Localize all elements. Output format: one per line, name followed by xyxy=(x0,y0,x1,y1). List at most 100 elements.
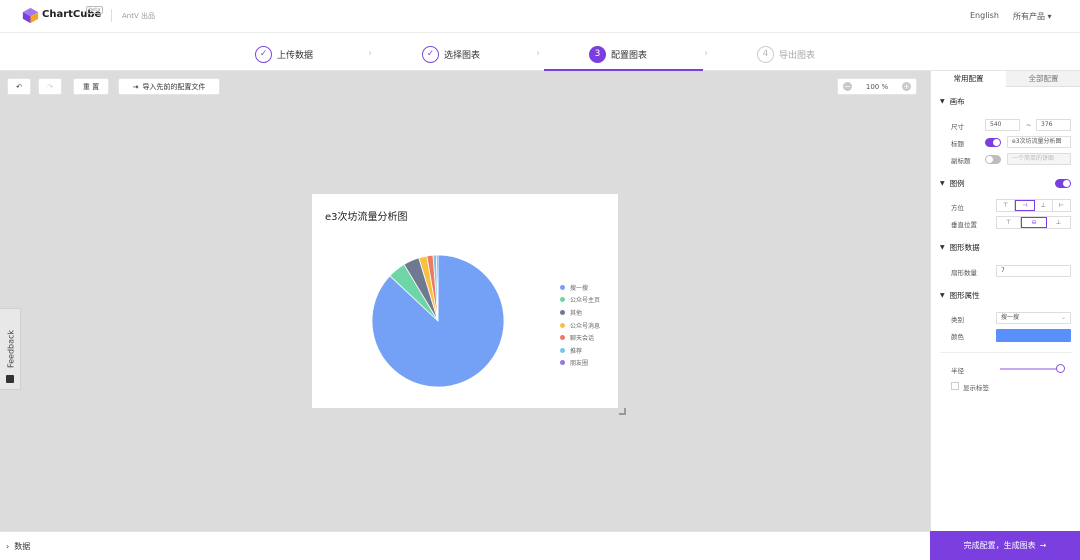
radius-slider-handle[interactable] xyxy=(1055,364,1065,373)
section-shape-data[interactable]: ▼ 图形数据 xyxy=(940,242,980,253)
undo-button[interactable]: ↶ xyxy=(7,78,31,95)
show-label-text: 显示标签 xyxy=(963,384,989,392)
legend-top-icon[interactable]: ⊤ xyxy=(997,200,1016,211)
section-canvas[interactable]: ▼ 画布 xyxy=(940,96,965,107)
section-title: 图例 xyxy=(949,179,965,188)
check-icon: ✓ xyxy=(255,45,272,63)
products-menu[interactable]: 所有产品 ▾ xyxy=(1013,11,1052,22)
legend-marker xyxy=(560,347,565,353)
chartcube-logo-icon[interactable] xyxy=(22,7,39,24)
import-label: 导入先前的配置文件 xyxy=(142,82,206,91)
legend-item[interactable]: 搜一搜 xyxy=(560,281,600,294)
products-label: 所有产品 xyxy=(1013,12,1045,21)
legend-marker xyxy=(560,309,565,315)
legend-position-label: 方位 xyxy=(951,204,964,212)
legend-item[interactable]: 聊天会话 xyxy=(560,331,600,344)
legend-item[interactable]: 其他 xyxy=(560,306,600,319)
caret-down-icon: ▼ xyxy=(940,292,945,299)
caret-down-icon: ▾ xyxy=(1047,12,1052,21)
legend-marker xyxy=(560,297,565,303)
section-legend[interactable]: ▼ 图例 xyxy=(940,178,965,189)
legend-position-group: ⊤ ⊣ ⊥ ⊢ xyxy=(996,199,1071,212)
chart-legend[interactable]: 搜一搜 公众号主页其他公众号消息聊天会话 推荐朋友圈 xyxy=(560,281,600,369)
vertical-position-group: ⊤ ⊖ ⊥ xyxy=(996,216,1071,229)
size-separator: ~ xyxy=(1026,121,1032,129)
legend-label: 朋友圈 xyxy=(570,360,589,368)
tab-all-config[interactable]: 全部配置 xyxy=(1006,71,1080,87)
reset-label: 重 置 xyxy=(82,82,100,91)
reset-button[interactable]: 重 置 xyxy=(73,78,109,95)
slice-count-label: 扇形数量 xyxy=(951,269,977,277)
slice-count-input[interactable]: 7 xyxy=(996,265,1071,277)
align-bottom-icon[interactable]: ⊥ xyxy=(1047,217,1070,228)
align-middle-icon[interactable]: ⊖ xyxy=(1021,217,1047,228)
data-toggle[interactable]: › 数据 xyxy=(6,541,30,552)
canvas-width-input[interactable]: 540 xyxy=(985,119,1020,131)
legend-marker xyxy=(560,360,565,366)
legend-marker xyxy=(560,284,565,290)
feedback-tab[interactable]: Feedback xyxy=(0,308,21,390)
config-panel: 常用配置 全部配置 ▼ 画布 尺寸 540 ~ 376 标题 e3次坊流量分析图 … xyxy=(930,71,1080,531)
import-config-button[interactable]: ⇥ 导入先前的配置文件 xyxy=(118,78,220,95)
section-shape-props[interactable]: ▼ 图形属性 xyxy=(940,290,980,301)
chevron-down-icon: ⌄ xyxy=(1060,314,1066,321)
vertical-position-label: 垂直位置 xyxy=(951,221,977,229)
show-label-checkbox[interactable] xyxy=(951,382,959,390)
redo-button[interactable]: ↷ xyxy=(38,78,62,95)
section-title: 图形数据 xyxy=(949,243,980,252)
language-switch[interactable]: English xyxy=(970,11,999,20)
category-label: 类别 xyxy=(951,316,964,324)
subtitle-label: 副标题 xyxy=(951,157,971,165)
title-toggle[interactable] xyxy=(985,138,1001,147)
resize-handle[interactable] xyxy=(619,408,626,415)
legend-toggle[interactable] xyxy=(1055,179,1071,188)
check-icon: ✓ xyxy=(422,45,439,63)
zoom-out-icon[interactable]: − xyxy=(843,82,852,91)
legend-marker xyxy=(560,322,565,328)
step-configure-chart[interactable]: 3 配置图表 xyxy=(589,45,647,63)
tab-common-config[interactable]: 常用配置 xyxy=(931,71,1006,87)
legend-item[interactable]: 公众号主页 xyxy=(560,294,600,307)
step-label: 导出图表 xyxy=(779,50,816,61)
finish-config-button[interactable]: 完成配置，生成图表 → xyxy=(930,531,1080,560)
chevron-right-icon: › xyxy=(368,48,372,59)
zoom-control: − 100 % + xyxy=(837,78,917,95)
caret-down-icon: ▼ xyxy=(940,244,945,251)
step-choose-chart[interactable]: ✓ 选择图表 xyxy=(422,45,480,63)
radius-label: 半径 xyxy=(951,367,964,375)
step-label: 选择图表 xyxy=(444,50,481,61)
vendor-label[interactable]: AntV 出品 xyxy=(122,11,155,21)
legend-label: 聊天会话 xyxy=(570,335,595,343)
config-tabs: 常用配置 全部配置 xyxy=(931,71,1080,87)
canvas-height-input[interactable]: 376 xyxy=(1036,119,1071,131)
category-value: 搜一搜 xyxy=(1001,314,1020,321)
legend-bottom-icon[interactable]: ⊥ xyxy=(1035,200,1053,211)
subtitle-input[interactable]: 一个简单的饼图 xyxy=(1007,153,1071,165)
color-picker[interactable] xyxy=(996,329,1071,342)
color-label: 颜色 xyxy=(951,333,964,341)
subtitle-toggle[interactable] xyxy=(985,155,1001,164)
zoom-in-icon[interactable]: + xyxy=(902,82,911,91)
category-select[interactable]: 搜一搜 ⌄ xyxy=(996,312,1071,324)
canvas-workspace: ↶ ↷ 重 置 ⇥ 导入先前的配置文件 − 100 % + Feedback e… xyxy=(0,71,930,531)
section-title: 画布 xyxy=(949,97,965,106)
radius-slider-track[interactable] xyxy=(1000,368,1063,370)
legend-right-icon[interactable]: ⊣ xyxy=(1015,200,1035,211)
legend-label: 其他 xyxy=(570,309,583,317)
legend-left-icon[interactable]: ⊢ xyxy=(1053,200,1070,211)
data-bar[interactable]: › 数据 xyxy=(0,531,930,560)
step-number: 3 xyxy=(589,45,606,63)
undo-icon: ↶ xyxy=(16,82,22,91)
step-export-chart[interactable]: 4 导出图表 xyxy=(757,45,815,63)
title-input[interactable]: e3次坊流量分析图 xyxy=(1007,136,1071,148)
arrow-right-icon: → xyxy=(1039,541,1047,550)
legend-item[interactable]: 推荐 xyxy=(560,344,600,357)
legend-item[interactable]: 公众号消息 xyxy=(560,319,600,332)
feedback-label: Feedback xyxy=(6,329,16,369)
chart-card[interactable]: e3次坊流量分析图 搜一搜 公众号主页 其他 公众号消息 聊天会话 推荐 朋友圈 xyxy=(312,194,618,408)
step-number: 4 xyxy=(757,45,774,63)
step-label: 配置图表 xyxy=(611,50,648,61)
legend-item[interactable]: 朋友圈 xyxy=(560,357,600,370)
align-top-icon[interactable]: ⊤ xyxy=(997,217,1022,228)
step-upload-data[interactable]: ✓ 上传数据 xyxy=(255,45,313,63)
